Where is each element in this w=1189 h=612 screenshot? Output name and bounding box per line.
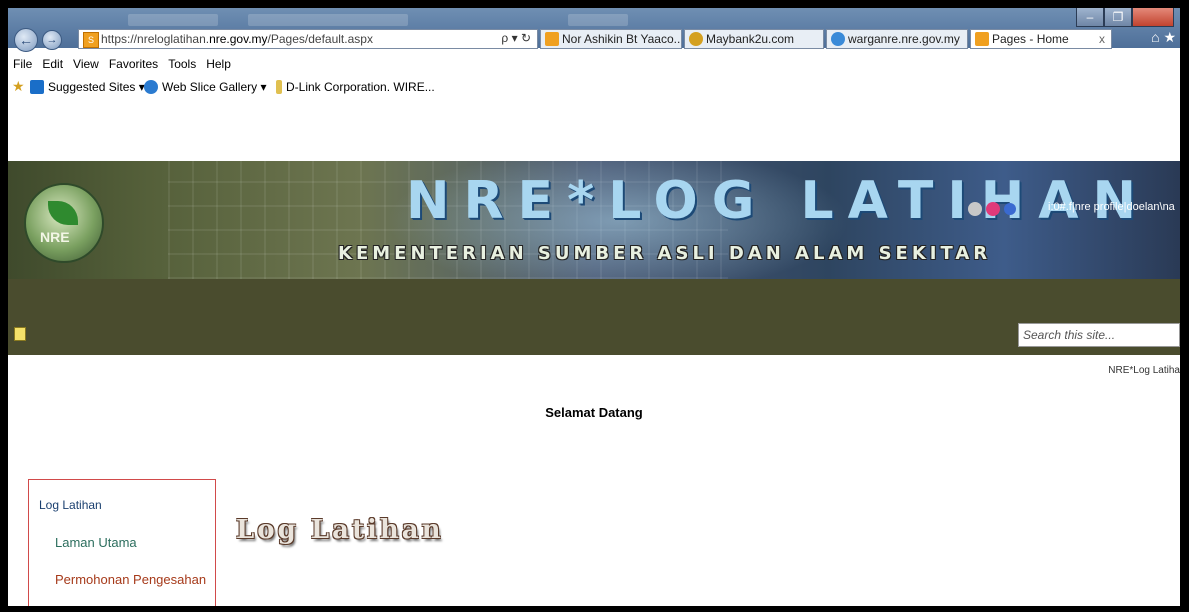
maybank-icon	[689, 32, 703, 46]
favorite-dlink[interactable]: D-Link Corporation. WIRE...	[276, 80, 435, 94]
forward-button[interactable]: →	[42, 30, 62, 50]
minimize-button[interactable]: –	[1076, 8, 1104, 27]
search-input[interactable]: Search this site...	[1018, 323, 1180, 347]
browser-window: – ❐ ← → S https://nreloglatihan.nre.gov.…	[8, 8, 1180, 606]
ie-icon	[831, 32, 845, 46]
tag-icon[interactable]	[968, 201, 982, 216]
page-status-icon[interactable]	[14, 327, 26, 341]
home-favorites-icon[interactable]: ⌂ ★	[1151, 29, 1176, 46]
left-navigation: Log Latihan Laman Utama Permohonan Penge…	[28, 479, 216, 606]
bing-icon	[30, 80, 44, 94]
leaf-icon	[48, 201, 78, 225]
close-window-button[interactable]	[1132, 8, 1174, 27]
menu-view[interactable]: View	[68, 54, 104, 71]
back-button[interactable]: ←	[14, 28, 38, 52]
help-icon[interactable]	[1004, 202, 1016, 215]
main-content: NRE*Log Latiha Selamat Datang Log Latiha…	[8, 355, 1180, 606]
dlink-icon	[276, 80, 282, 94]
left-nav-item-laman-utama[interactable]: Laman Utama	[55, 535, 137, 550]
user-name[interactable]: i:0#.f|nre profile|doelan\na	[1048, 201, 1175, 213]
window-controls: – ❐	[1076, 8, 1174, 28]
title-blur	[568, 14, 628, 26]
top-nav-band: Search this site...	[8, 279, 1180, 355]
menu-file[interactable]: File	[8, 54, 37, 71]
tab-warganre[interactable]: warganre.nre.gov.my	[826, 29, 968, 49]
social-icon[interactable]	[986, 201, 1000, 216]
nre-logo[interactable]: NRE	[24, 183, 104, 263]
header-icons	[968, 201, 1020, 216]
favorite-suggested-sites[interactable]: Suggested Sites ▾	[30, 80, 145, 94]
navigation-row: ← → S https://nreloglatihan.nre.gov.my/P…	[8, 28, 1180, 52]
site-banner: NRE NRE*LOG LATIHAN KEMENTERIAN SUMBER A…	[8, 161, 1180, 279]
breadcrumb[interactable]: NRE*Log Latiha	[1108, 365, 1180, 376]
address-url[interactable]: https://nreloglatihan.nre.gov.my/Pages/d…	[101, 32, 373, 46]
welcome-title: Selamat Datang	[545, 405, 643, 420]
tab-outlook[interactable]: Nor Ashikin Bt Yaaco...	[540, 29, 682, 49]
ie-icon	[144, 80, 158, 94]
outlook-icon	[545, 32, 559, 46]
search-refresh-icon[interactable]: ρ ▾ ↻	[501, 31, 531, 45]
site-title: NRE*LOG LATIHAN	[406, 171, 1150, 231]
left-nav-heading[interactable]: Log Latihan	[39, 498, 102, 512]
menu-favorites[interactable]: Favorites	[104, 54, 163, 71]
favorite-web-slice-gallery[interactable]: Web Slice Gallery ▾	[144, 80, 267, 94]
close-tab-button[interactable]: x	[1099, 30, 1105, 48]
menu-bar: File Edit View Favorites Tools Help	[8, 54, 1180, 76]
menu-help[interactable]: Help	[201, 54, 236, 71]
spacer	[8, 100, 1180, 161]
tab-pages-home[interactable]: Pages - Home x	[970, 29, 1112, 49]
tab-maybank[interactable]: Maybank2u.com	[684, 29, 824, 49]
sharepoint-icon	[975, 32, 989, 46]
site-subtitle: KEMENTERIAN SUMBER ASLI DAN ALAM SEKITAR	[338, 243, 992, 264]
restore-button[interactable]: ❐	[1104, 8, 1132, 27]
address-bar[interactable]: S https://nreloglatihan.nre.gov.my/Pages…	[78, 29, 538, 49]
sharepoint-icon: S	[83, 32, 99, 48]
favorites-bar: ★ Suggested Sites ▾ Web Slice Gallery ▾ …	[8, 76, 1180, 100]
favorites-star-icon[interactable]: ★	[12, 78, 25, 95]
title-blur	[248, 14, 408, 26]
menu-edit[interactable]: Edit	[37, 54, 68, 71]
menu-tools[interactable]: Tools	[163, 54, 201, 71]
page-heading: Log Latihan	[236, 515, 444, 545]
left-nav-item-permohonan-pengesahan[interactable]: Permohonan Pengesahan	[55, 572, 206, 587]
title-blur	[128, 14, 218, 26]
logo-text: NRE	[40, 229, 70, 245]
